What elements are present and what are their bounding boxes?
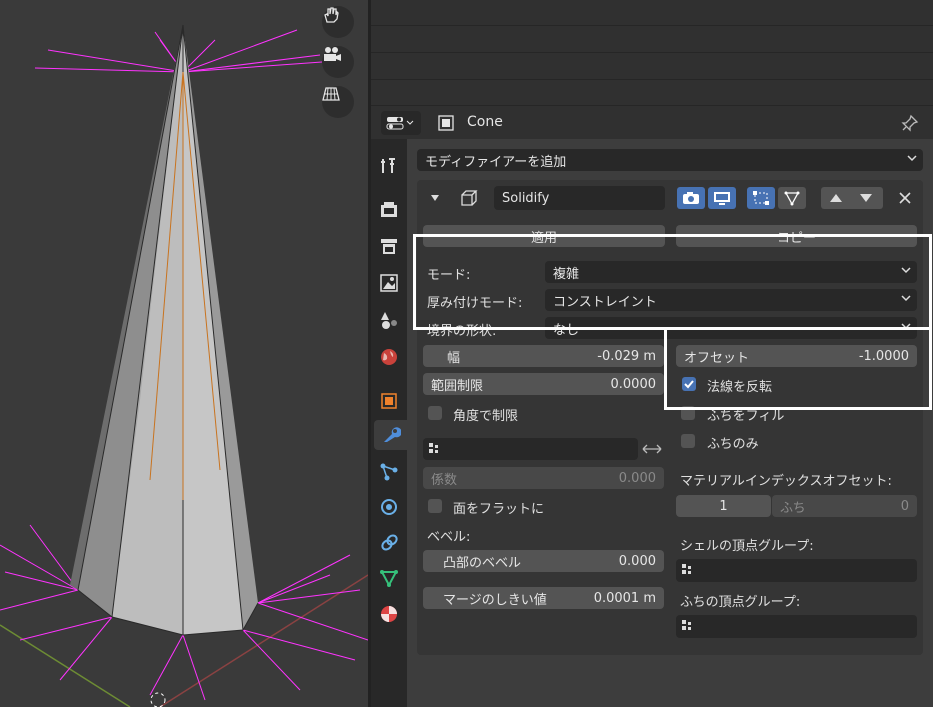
add-modifier-label: モディファイアーを追加 xyxy=(425,154,567,170)
flat-faces-checkbox[interactable] xyxy=(428,499,442,513)
merge-threshold-label: マージのしきい値 xyxy=(443,592,547,608)
particles-tab-icon[interactable] xyxy=(374,457,404,487)
solidify-modifier-icon xyxy=(461,190,478,206)
object-name: Cone xyxy=(467,114,503,130)
shell-vertex-group-field[interactable] xyxy=(676,559,917,582)
vertex-group-icon xyxy=(682,564,691,574)
highlight-box-modes xyxy=(413,234,932,330)
convex-bevel-label: 凸部のベベル xyxy=(443,555,522,571)
edit-mode-vertices-icon[interactable] xyxy=(747,187,775,209)
width-field[interactable]: 幅 -0.029 m xyxy=(423,345,664,367)
output-tab-icon[interactable] xyxy=(374,231,404,261)
physics-tab-icon[interactable] xyxy=(374,492,404,522)
scene-tab-icon[interactable] xyxy=(374,305,404,335)
view-layer-tab-icon[interactable] xyxy=(374,268,404,298)
bevel-label: ベベル: xyxy=(427,530,471,545)
angle-clamp-checkbox[interactable] xyxy=(428,406,442,420)
merge-threshold-field[interactable]: マージのしきい値 0.0001 m xyxy=(423,587,664,609)
editor-type-dropdown[interactable] xyxy=(381,111,421,135)
convex-bevel-field[interactable]: 凸部のベベル 0.000 xyxy=(423,550,664,572)
cone-mesh-drawing xyxy=(0,0,368,707)
material-rim-field[interactable]: ふち 0 xyxy=(772,495,917,517)
viewport-display-icon[interactable] xyxy=(708,187,736,209)
merge-threshold-value: 0.0001 m xyxy=(593,590,656,606)
edit-mode-camera-icon[interactable] xyxy=(677,187,705,209)
modifier-name-field[interactable]: Solidify xyxy=(494,186,665,210)
properties-tabs xyxy=(371,139,407,707)
pan-hand-icon[interactable] xyxy=(322,6,354,38)
move-up-icon[interactable] xyxy=(829,192,843,204)
object-tab-icon[interactable] xyxy=(374,386,404,416)
modifier-panel: モディファイアーを追加 Solidify 適用 コピー モード: 複雑 厚み付け… xyxy=(407,139,933,707)
chevron-down-icon xyxy=(907,155,917,162)
width-label: 幅 xyxy=(447,350,461,366)
rim-vertex-group-label: ふちの頂点グループ: xyxy=(680,595,801,610)
world-tab-icon[interactable] xyxy=(374,342,404,372)
factor-value: 0.000 xyxy=(618,470,656,486)
rim-only-label: ふちのみ xyxy=(707,437,759,452)
tool-tab-icon[interactable] xyxy=(374,151,404,181)
collapse-triangle-icon[interactable] xyxy=(429,192,441,204)
factor-field[interactable]: 係数 0.000 xyxy=(423,467,664,489)
properties-editor-icon xyxy=(386,117,414,130)
clamp-label: 範囲制限 xyxy=(431,378,484,394)
material-offset-field[interactable]: 1 xyxy=(676,495,771,517)
render-tab-icon[interactable] xyxy=(374,194,404,224)
vertex-group-field[interactable] xyxy=(423,438,638,460)
on-cage-icon[interactable] xyxy=(778,187,806,209)
close-icon[interactable] xyxy=(898,191,912,205)
vertex-group-icon xyxy=(429,443,438,453)
material-tab-icon[interactable] xyxy=(374,599,404,629)
data-tab-icon[interactable] xyxy=(374,563,404,593)
material-offset-value: 1 xyxy=(719,498,728,514)
angle-clamp-label: 角度で制限 xyxy=(453,409,519,424)
material-rim-value: 0 xyxy=(900,498,909,514)
factor-label: 係数 xyxy=(431,472,458,488)
width-value: -0.029 m xyxy=(597,348,656,364)
clamp-value: 0.0000 xyxy=(610,376,657,392)
move-buttons xyxy=(821,187,883,209)
rim-only-checkbox[interactable] xyxy=(681,434,695,448)
camera-view-icon[interactable] xyxy=(322,46,354,78)
3d-viewport[interactable] xyxy=(0,0,368,707)
move-down-icon[interactable] xyxy=(859,192,873,204)
constraints-tab-icon[interactable] xyxy=(374,528,404,558)
top-empty-area xyxy=(371,0,933,105)
clamp-field[interactable]: 範囲制限 0.0000 xyxy=(423,373,664,395)
properties-header: Cone xyxy=(371,105,933,140)
flat-faces-label: 面をフラットに xyxy=(453,502,545,517)
invert-arrows-icon[interactable] xyxy=(641,442,663,456)
object-icon xyxy=(438,115,454,131)
shell-vertex-group-label: シェルの頂点グループ: xyxy=(680,539,814,554)
highlight-box-offset xyxy=(664,327,932,410)
pin-icon[interactable] xyxy=(901,114,919,132)
convex-bevel-value: 0.000 xyxy=(618,553,656,569)
perspective-grid-icon[interactable] xyxy=(322,86,354,118)
modifier-tab-wrench-icon[interactable] xyxy=(374,420,407,450)
material-offset-label: マテリアルインデックスオフセット: xyxy=(680,474,892,489)
add-modifier-dropdown[interactable]: モディファイアーを追加 xyxy=(417,149,923,171)
vertex-group-icon xyxy=(682,620,691,630)
modifier-name: Solidify xyxy=(502,190,550,206)
rim-vertex-group-field[interactable] xyxy=(676,615,917,638)
material-rim-label: ふち xyxy=(780,500,806,516)
